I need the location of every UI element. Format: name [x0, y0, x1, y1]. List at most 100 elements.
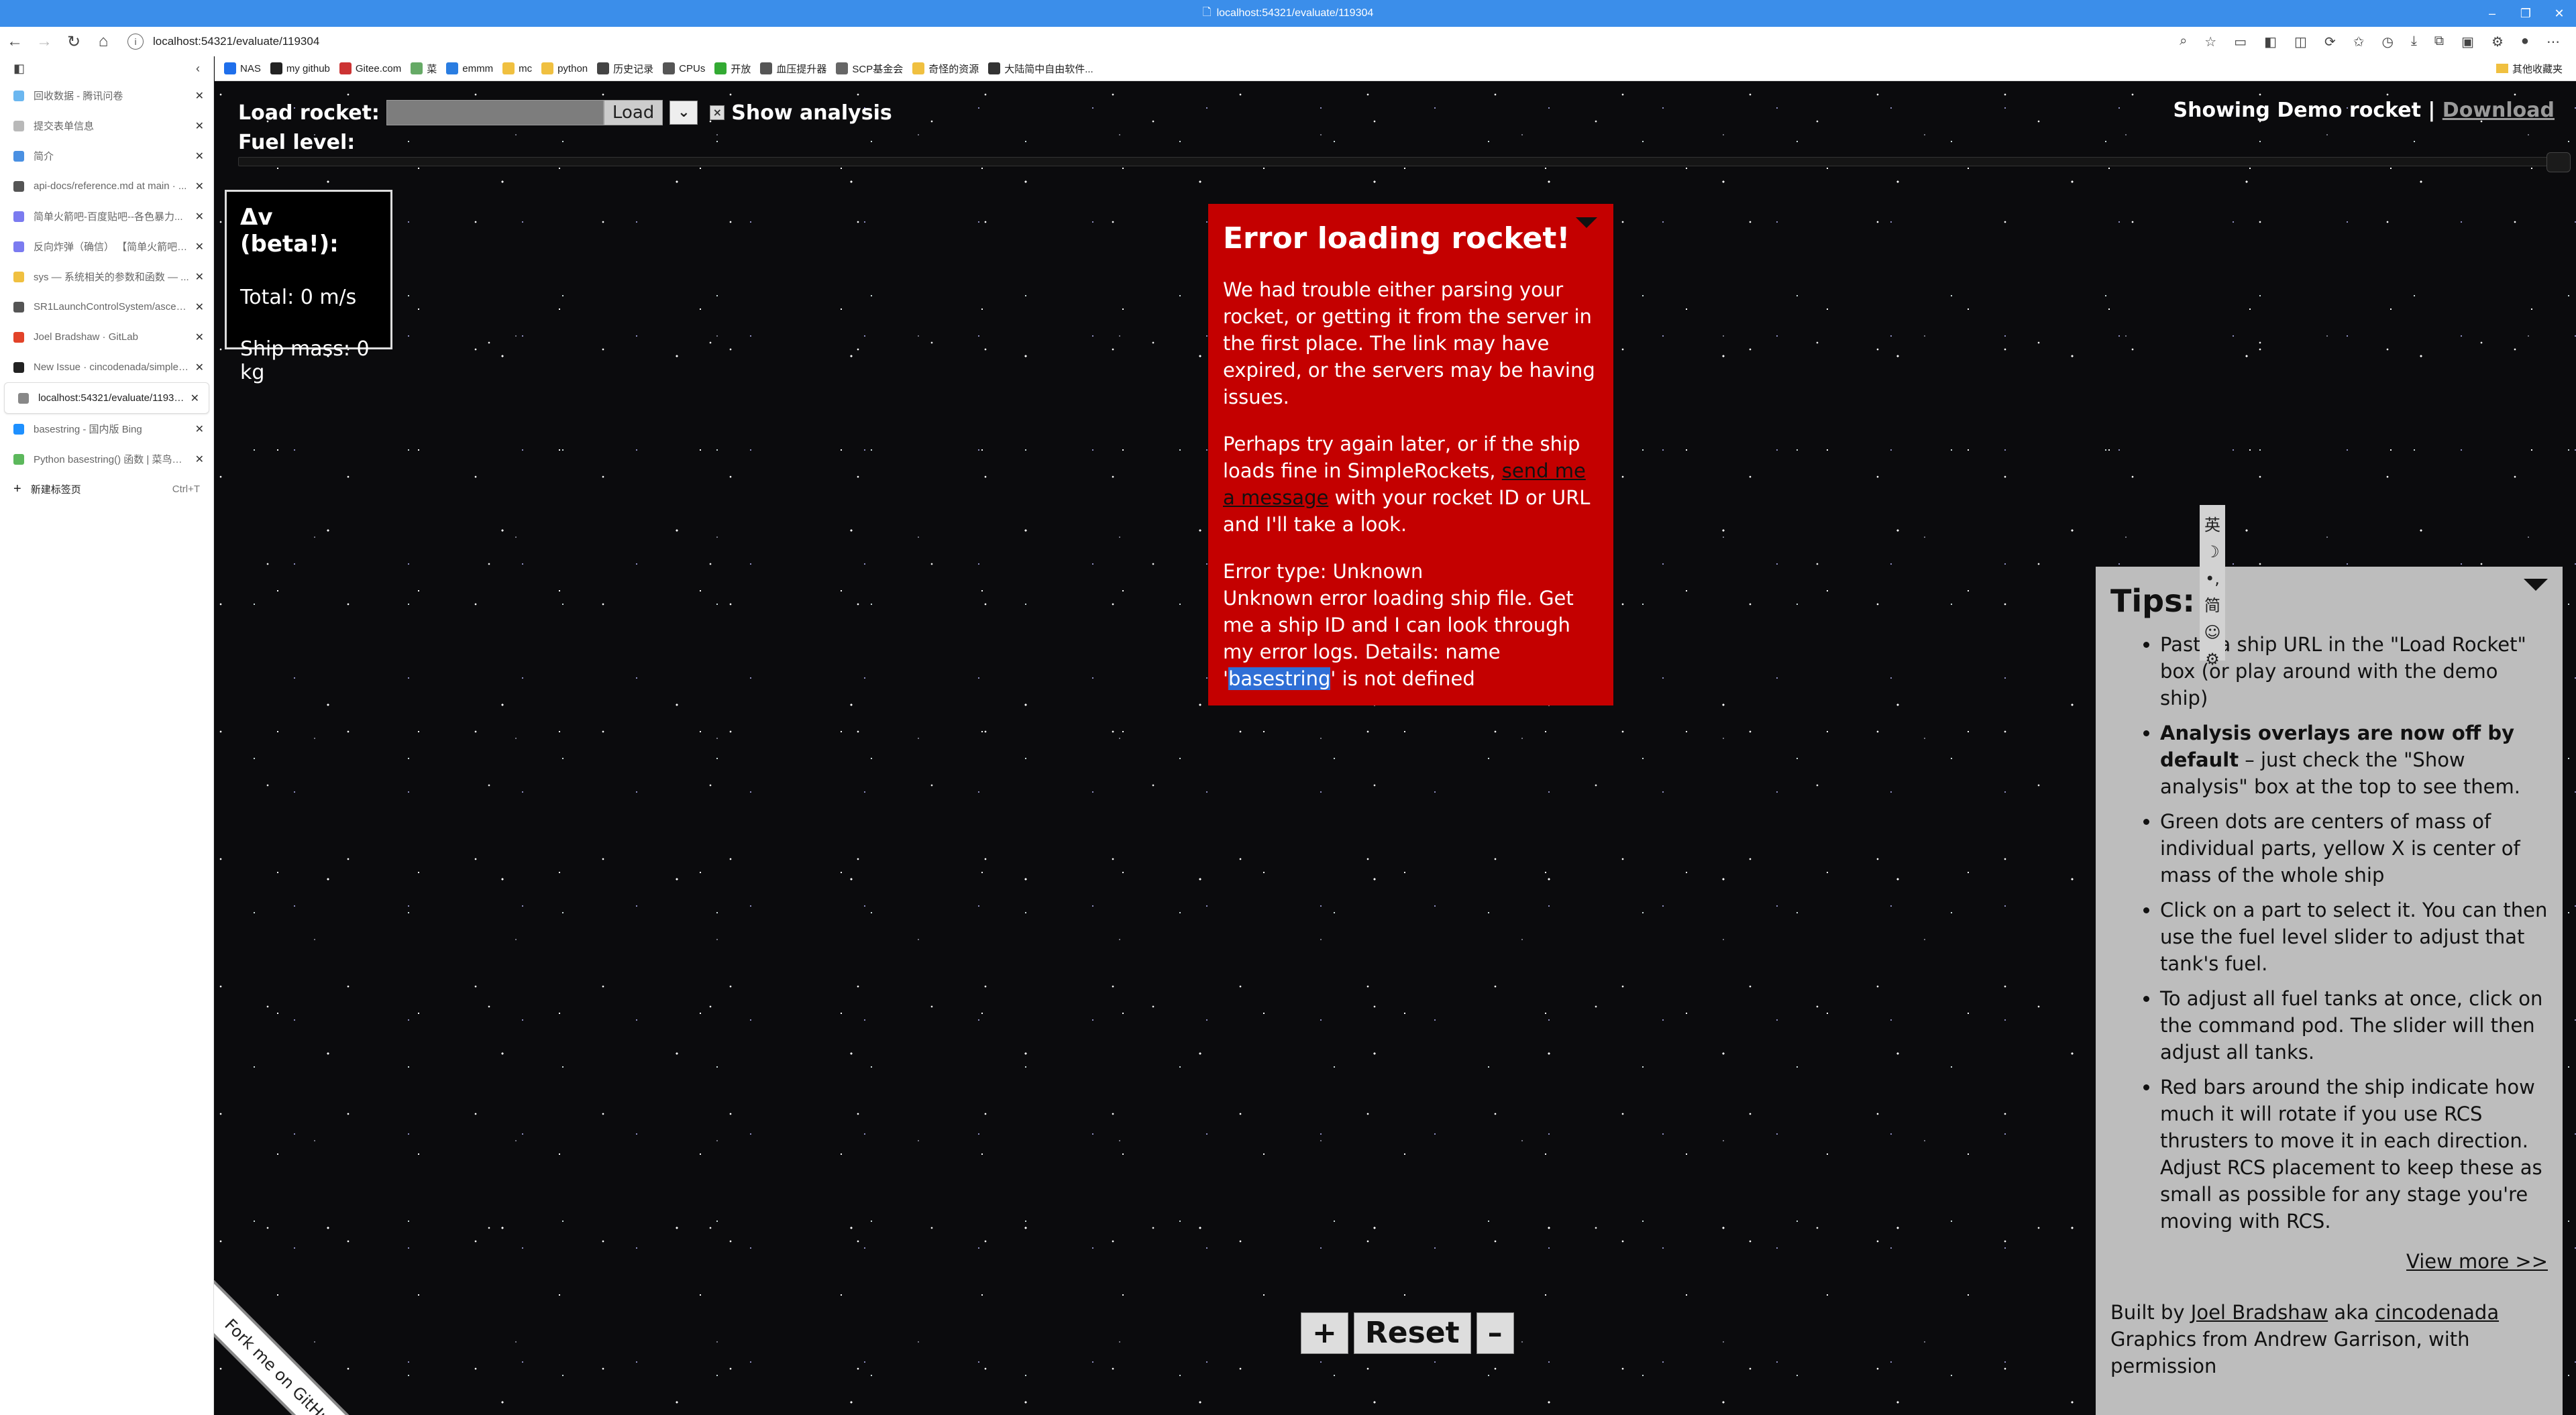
zoom-in-button[interactable]: +: [1301, 1312, 1348, 1354]
fork-me-ribbon[interactable]: Fork me on GitHub: [214, 1271, 386, 1415]
fuel-level-slider[interactable]: [238, 152, 2571, 172]
close-tab-icon[interactable]: ✕: [195, 150, 204, 163]
tab-title: 反向炸弹（确信） 【简单火箭吧】...: [34, 241, 190, 253]
close-tab-icon[interactable]: ✕: [195, 89, 204, 103]
tab-item[interactable]: SR1LaunchControlSystem/ascent... ✕: [0, 292, 213, 322]
bookmark-item[interactable]: 奇怪的资源: [912, 62, 979, 76]
bookmark-item[interactable]: 历史记录: [597, 62, 653, 76]
ime-button[interactable]: ☺: [2200, 619, 2225, 646]
home-icon[interactable]: ⌂: [89, 32, 118, 51]
minimize-button[interactable]: –: [2475, 0, 2509, 27]
bookmark-item[interactable]: NAS: [224, 62, 261, 74]
zoom-out-button[interactable]: –: [1476, 1312, 1514, 1354]
maximize-button[interactable]: ❐: [2509, 0, 2542, 27]
close-tab-icon[interactable]: ✕: [191, 392, 199, 405]
demo-status: Showing Demo rocket | Download: [2174, 99, 2555, 122]
reset-button[interactable]: Reset: [1353, 1312, 1471, 1354]
slider-handle[interactable]: [2546, 152, 2571, 172]
tab-favicon: [13, 331, 24, 343]
forward-icon[interactable]: →: [30, 32, 59, 51]
ime-button[interactable]: 简: [2200, 592, 2225, 619]
ime-button[interactable]: ⚙: [2200, 646, 2225, 673]
favorites-icon[interactable]: ✩: [2353, 34, 2365, 50]
address-bar[interactable]: i localhost:54321/evaluate/119304: [127, 30, 2180, 53]
chevron-down-icon[interactable]: ⌄: [669, 101, 698, 125]
bookmark-item[interactable]: my github: [270, 62, 330, 74]
download-link[interactable]: Download: [2443, 99, 2555, 122]
new-tab-button[interactable]: + 新建标签页 Ctrl+T: [0, 474, 213, 504]
bookmark-item[interactable]: 血压提升器: [760, 62, 826, 76]
close-tab-icon[interactable]: ✕: [195, 300, 204, 314]
ime-button[interactable]: •,: [2200, 565, 2225, 592]
bookmark-item[interactable]: mc: [502, 62, 532, 74]
history-icon[interactable]: ◷: [2381, 34, 2393, 50]
close-tab-icon[interactable]: ✕: [195, 331, 204, 344]
tab-item[interactable]: 简介 ✕: [0, 141, 213, 171]
bookmark-label: 血压提升器: [776, 63, 827, 75]
menu-icon[interactable]: ⋯: [2546, 34, 2560, 50]
tab-item[interactable]: 反向炸弹（确信） 【简单火箭吧】... ✕: [0, 231, 213, 262]
address-text[interactable]: localhost:54321/evaluate/119304: [153, 35, 319, 48]
split-icon[interactable]: ▭: [2234, 34, 2247, 50]
extension-icon[interactable]: ◧: [2264, 34, 2277, 50]
other-bookmarks[interactable]: 其他收藏夹: [2496, 62, 2563, 76]
extensions-icon[interactable]: ⚙: [2491, 34, 2504, 50]
tab-item[interactable]: 提交表单信息 ✕: [0, 111, 213, 141]
tab-item[interactable]: New Issue · cincodenada/simple-... ✕: [0, 352, 213, 382]
bookmark-item[interactable]: CPUs: [663, 62, 705, 74]
tab-item[interactable]: sys — 系统相关的参数和函数 — ... ✕: [0, 262, 213, 292]
rocket-url-input[interactable]: [386, 100, 604, 125]
load-button[interactable]: Load: [603, 100, 663, 125]
show-analysis-checkbox[interactable]: ×: [710, 105, 725, 120]
tab-actions-icon[interactable]: ◧: [13, 62, 25, 76]
bookmark-item[interactable]: 开放: [714, 62, 751, 76]
tab-item[interactable]: 回收数据 - 腾讯问卷 ✕: [0, 80, 213, 111]
handle-link[interactable]: cincodenada: [2375, 1301, 2499, 1324]
ime-button[interactable]: ☽: [2200, 539, 2225, 565]
tab-item[interactable]: Joel Bradshaw · GitLab ✕: [0, 322, 213, 352]
bookmark-item[interactable]: emmm: [446, 62, 493, 74]
tab-title: sys — 系统相关的参数和函数 — ...: [34, 272, 189, 283]
close-tab-icon[interactable]: ✕: [195, 119, 204, 133]
tab-title: localhost:54321/evaluate/119304: [38, 392, 185, 404]
close-tab-icon[interactable]: ✕: [195, 270, 204, 284]
ime-button[interactable]: 英: [2200, 512, 2225, 539]
refresh-icon[interactable]: ↻: [59, 32, 89, 52]
close-tab-icon[interactable]: ✕: [195, 180, 204, 193]
tip-item: Red bars around the ship indicate how mu…: [2160, 1074, 2548, 1235]
bookmark-item[interactable]: python: [541, 62, 588, 74]
close-window-button[interactable]: ✕: [2542, 0, 2576, 27]
tab-item[interactable]: api-docs/reference.md at main · ... ✕: [0, 171, 213, 201]
close-tab-icon[interactable]: ✕: [195, 361, 204, 374]
profile-icon[interactable]: ●: [2521, 34, 2529, 50]
view-more-link[interactable]: View more >>: [2406, 1250, 2548, 1273]
collapse-sidebar-icon[interactable]: ‹: [196, 62, 200, 76]
refresh2-icon[interactable]: ⟳: [2324, 34, 2336, 50]
tab-item[interactable]: 简单火箭吧-百度贴吧--各色暴力... ✕: [0, 201, 213, 231]
back-icon[interactable]: ←: [0, 32, 30, 51]
tab-item[interactable]: basestring - 国内版 Bing ✕: [0, 414, 213, 444]
tab-item[interactable]: Python basestring() 函数 | 菜鸟教... ✕: [0, 444, 213, 474]
bookmark-item[interactable]: SCP基金会: [836, 62, 903, 76]
collapse-caret-icon[interactable]: [2524, 579, 2548, 591]
error-detail: Unknown error loading ship file. Get me …: [1223, 585, 1599, 692]
collapse-caret-icon[interactable]: [1576, 217, 1597, 228]
close-tab-icon[interactable]: ✕: [195, 240, 204, 253]
close-tab-icon[interactable]: ✕: [195, 422, 204, 436]
zoom-icon[interactable]: ⌕: [2180, 34, 2187, 50]
favorite-icon[interactable]: ☆: [2204, 34, 2216, 50]
collections-icon[interactable]: ▣: [2461, 34, 2474, 50]
ime-toolbar[interactable]: 英 ☽ •, 简 ☺ ⚙: [2200, 505, 2225, 669]
close-tab-icon[interactable]: ✕: [195, 210, 204, 223]
download-icon[interactable]: ⤓: [2411, 34, 2417, 50]
tab-item[interactable]: localhost:54321/evaluate/119304 ✕: [4, 382, 209, 414]
info-icon[interactable]: i: [127, 34, 144, 50]
bookmark-item[interactable]: Gitee.com: [339, 62, 401, 74]
extension2-icon[interactable]: ◫: [2294, 34, 2307, 50]
screenshot-icon[interactable]: ⧉: [2434, 34, 2444, 50]
bookmark-item[interactable]: 大陆简中自由软件...: [988, 62, 1093, 76]
bookmark-item[interactable]: 菜: [411, 62, 437, 76]
bookmark-label: emmm: [462, 62, 494, 74]
close-tab-icon[interactable]: ✕: [195, 453, 204, 466]
author-link[interactable]: Joel Bradshaw: [2191, 1301, 2328, 1324]
